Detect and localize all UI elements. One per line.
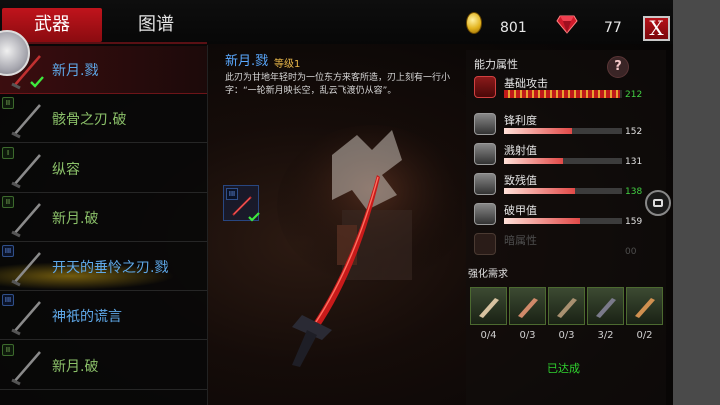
stat-icon <box>474 203 496 225</box>
stat-label: 破甲值 <box>504 204 537 217</box>
stat-label: 基础攻击 <box>504 77 548 90</box>
upgrade-title: 强化需求 <box>468 269 508 280</box>
weapon-name: 纵容 <box>52 162 80 178</box>
stat-bar-fill <box>504 158 563 164</box>
weapon-list-item[interactable]: III 神祇的谎言 <box>0 292 207 340</box>
material-count: 0/2 <box>636 330 653 341</box>
toggle-icon <box>653 199 663 207</box>
stat-value: 212 <box>625 90 643 100</box>
stat-value: 00 <box>625 247 637 257</box>
hammer-material[interactable] <box>548 287 585 325</box>
weapon-thumbnail-icon <box>11 351 41 386</box>
weapon-name: 新月.破 <box>52 359 99 375</box>
stat-icon <box>474 173 496 195</box>
stat-row: 破甲值 159 <box>474 203 664 233</box>
stat-bar <box>504 188 622 194</box>
stat-icon <box>474 76 496 98</box>
stat-bar <box>504 128 622 134</box>
weapon-thumbnail-icon <box>11 154 41 189</box>
weapon-list-item[interactable]: II 新月.破 <box>0 342 207 390</box>
material-count: 0/4 <box>480 330 497 341</box>
blade-material[interactable] <box>587 287 624 325</box>
tab-divider <box>2 42 207 44</box>
stat-bar-fill <box>504 188 575 194</box>
material-count: 0/3 <box>519 330 536 341</box>
weapon-list-item[interactable]: II 骸骨之刃.破 <box>0 95 207 143</box>
stat-bar-fill <box>504 128 573 134</box>
stat-row: 基础攻击 212 <box>474 76 664 106</box>
upgrade-status: 已达成 <box>547 362 580 375</box>
weapon-list-item[interactable]: I 纵容 <box>0 145 207 193</box>
weapon-name: 新月.破 <box>52 211 99 227</box>
horn-material[interactable] <box>626 287 663 325</box>
stat-bar-fill <box>504 90 620 98</box>
material-count: 3/2 <box>597 330 614 341</box>
weapon-artwork <box>277 125 462 367</box>
claw-material[interactable] <box>509 287 546 325</box>
stat-label: 锋利度 <box>504 114 537 127</box>
weapon-thumbnail-icon <box>11 104 41 139</box>
side-toggle-button[interactable] <box>645 190 671 216</box>
material-icon <box>635 298 655 318</box>
stat-bar-fill <box>504 218 580 224</box>
material-icon <box>518 298 538 318</box>
material-icon <box>557 298 577 318</box>
weapon-name: 开天的垂怜之刃.戮 <box>52 260 169 276</box>
weapon-list-item[interactable]: II 新月.破 <box>0 194 207 242</box>
weapon-name: 神祇的谎言 <box>52 309 122 325</box>
stat-label: 暗属性 <box>504 234 537 247</box>
weapon-thumbnail-icon <box>11 252 41 287</box>
weapon-description: 此刃为甘地年轻时为一位东方来客所造，刃上刻有一行小字：“一轮新月映长空，乱云飞渡… <box>225 73 451 96</box>
material-count: 0/3 <box>558 330 575 341</box>
stat-value: 131 <box>625 157 643 167</box>
weapon-level: 等级1 <box>274 59 301 70</box>
stat-row: 溅射值 131 <box>474 143 664 173</box>
gem-amount: 77 <box>604 20 622 36</box>
top-bar: 武器 图谱 801 77 X <box>0 0 673 44</box>
weapon-thumbnail-icon <box>11 203 41 238</box>
stats-title: 能力属性 <box>474 58 518 71</box>
bone-material[interactable] <box>470 287 507 325</box>
weapon-list-item[interactable]: III 开天的垂怜之刃.戮 <box>0 243 207 291</box>
stat-icon <box>474 113 496 135</box>
stat-label: 溅射值 <box>504 144 537 157</box>
stat-label: 致残值 <box>504 174 537 187</box>
gold-amount: 801 <box>500 20 527 36</box>
stat-icon <box>474 143 496 165</box>
tab-atlas[interactable]: 图谱 <box>106 8 206 42</box>
stat-row: 暗属性 00 <box>474 233 664 263</box>
equipped-check-icon <box>30 76 44 88</box>
equipped-check-icon <box>248 212 260 222</box>
gold-coin-icon <box>466 12 482 34</box>
stat-bar <box>504 90 622 98</box>
material-icon <box>479 298 499 318</box>
stat-row: 锋利度 152 <box>474 113 664 143</box>
weapon-name: 骸骨之刃.破 <box>52 112 127 128</box>
stat-value: 138 <box>625 187 643 197</box>
game-screen: 武器 图谱 801 77 X III新月.戮II骸骨之刃.破I纵容II新月.破I… <box>0 0 673 405</box>
stat-value: 159 <box>625 217 643 227</box>
help-button[interactable]: ? <box>607 56 629 78</box>
weapon-title: 新月.戮 <box>225 54 269 69</box>
stat-value: 152 <box>625 127 643 137</box>
window-sidebar <box>673 0 720 405</box>
close-button[interactable]: X <box>643 16 670 41</box>
stat-icon <box>474 233 496 255</box>
weapon-list-item[interactable]: III新月.戮 <box>0 46 207 94</box>
stat-row: 致残值 138 <box>474 173 664 203</box>
stat-bar <box>504 218 622 224</box>
ruby-gem-icon <box>556 15 578 34</box>
weapon-name: 新月.戮 <box>52 63 99 79</box>
weapon-thumbnail-icon <box>11 301 41 336</box>
stat-bar <box>504 158 622 164</box>
equipped-weapon-slot[interactable]: III <box>223 185 260 222</box>
material-icon <box>596 298 616 318</box>
